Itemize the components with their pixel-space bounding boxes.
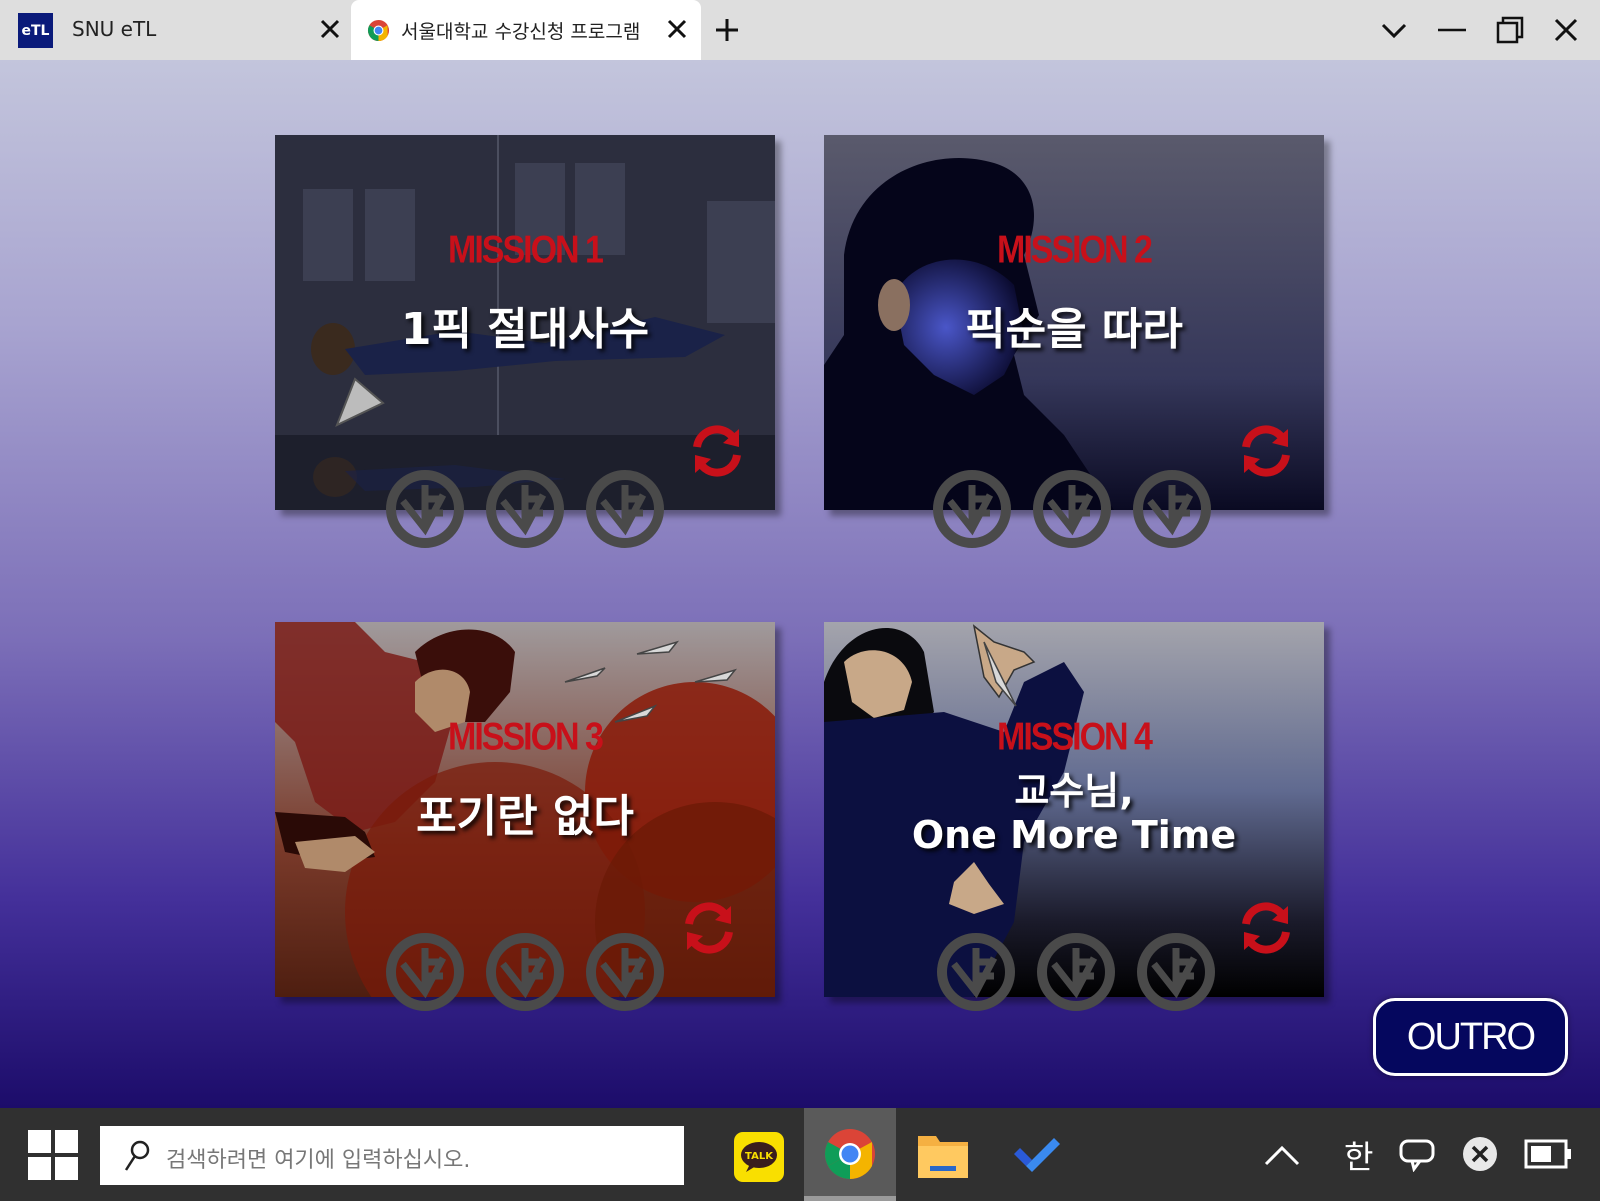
taskbar-search-input[interactable]: 검색하려면 여기에 입력하십시오. [100, 1126, 684, 1185]
tab-title: SNU eTL [72, 17, 157, 41]
chrome-icon [367, 19, 390, 42]
close-tab-icon[interactable] [663, 15, 691, 43]
todo-icon[interactable] [988, 1108, 1080, 1201]
ime-language-indicator[interactable]: 한 [1344, 1132, 1373, 1178]
outro-button[interactable]: OUTRO [1373, 998, 1568, 1076]
restore-icon[interactable] [1494, 14, 1526, 46]
snu-stamp-icon[interactable] [385, 469, 465, 549]
chevron-up-icon[interactable] [1262, 1138, 1302, 1170]
snu-stamp-icon[interactable] [585, 932, 665, 1012]
chevron-down-icon[interactable] [1378, 14, 1410, 46]
chrome-taskbar-icon[interactable] [804, 1108, 896, 1201]
mission-label: MISSION 2 [997, 228, 1153, 272]
mission-label: MISSION 3 [448, 715, 604, 759]
tab-course-registration[interactable]: 서울대학교 수강신청 프로그램 [351, 0, 701, 60]
snu-stamp-icon[interactable] [936, 932, 1016, 1012]
etl-favicon-icon: eTL [18, 13, 53, 48]
snu-stamp-icon[interactable] [1136, 932, 1216, 1012]
windows-start-icon[interactable] [28, 1130, 78, 1180]
snu-stamp-icon[interactable] [585, 469, 665, 549]
browser-tab-strip: eTL SNU eTL 서울대학교 수강신청 프로그램 [0, 0, 1600, 60]
search-icon [124, 1140, 150, 1171]
mission-card-1[interactable]: MISSION 1 1픽 절대사수 [275, 135, 775, 548]
stamp-row [385, 469, 665, 549]
snu-stamp-icon[interactable] [932, 469, 1012, 549]
tab-title: 서울대학교 수강신청 프로그램 [401, 21, 641, 43]
snu-stamp-icon[interactable] [1032, 469, 1112, 549]
close-tab-icon[interactable] [316, 15, 344, 43]
taskbar: 검색하려면 여기에 입력하십시오. TALK 한 [0, 1108, 1600, 1201]
tab-snu-etl[interactable]: eTL SNU eTL [0, 0, 350, 60]
snu-stamp-icon[interactable] [485, 469, 565, 549]
refresh-icon[interactable] [1236, 898, 1296, 958]
snu-stamp-icon[interactable] [1132, 469, 1212, 549]
kakaotalk-icon[interactable]: TALK [712, 1108, 804, 1201]
stamp-row [936, 932, 1216, 1012]
snu-stamp-icon[interactable] [485, 932, 565, 1012]
mission-label: MISSION 4 [997, 715, 1153, 759]
mission-title: 교수님, One More Time [911, 769, 1237, 857]
search-placeholder: 검색하려면 여기에 입력하십시오. [166, 1148, 471, 1173]
mission-card-4[interactable]: MISSION 4 교수님, One More Time [824, 622, 1324, 1011]
stamp-row [385, 932, 665, 1012]
kakaotalk-label: TALK [745, 1151, 774, 1162]
mission-card-3[interactable]: MISSION 3 포기란 없다 [275, 622, 775, 1011]
notification-chat-icon[interactable] [1398, 1138, 1436, 1172]
refresh-icon[interactable] [679, 898, 739, 958]
close-circle-icon[interactable] [1462, 1136, 1498, 1172]
refresh-icon[interactable] [687, 421, 747, 481]
mission-select-page: MISSION 1 1픽 절대사수 MISSION 2 픽순을 따라 MISSI… [0, 60, 1600, 1108]
snu-stamp-icon[interactable] [385, 932, 465, 1012]
new-tab-plus-icon[interactable] [712, 15, 742, 45]
mission-card-2[interactable]: MISSION 2 픽순을 따라 [824, 135, 1324, 548]
mission-title: 포기란 없다 [416, 791, 634, 842]
battery-icon[interactable] [1524, 1138, 1574, 1170]
snu-stamp-icon[interactable] [1036, 932, 1116, 1012]
refresh-icon[interactable] [1236, 421, 1296, 481]
minimize-icon[interactable] [1436, 14, 1468, 46]
mission-label: MISSION 1 [448, 228, 604, 272]
mission-title: 픽순을 따라 [965, 304, 1183, 355]
close-window-icon[interactable] [1550, 14, 1582, 46]
mission-title: 1픽 절대사수 [400, 304, 650, 355]
stamp-row [932, 469, 1212, 549]
file-explorer-icon[interactable] [896, 1108, 988, 1201]
